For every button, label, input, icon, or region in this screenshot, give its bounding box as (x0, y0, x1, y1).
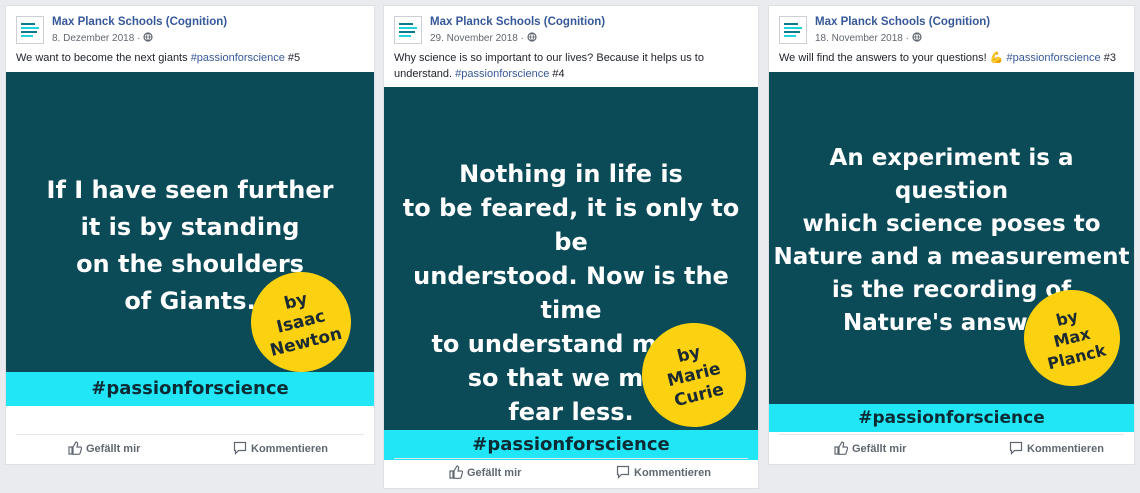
like-label: Gefällt mir (86, 443, 141, 455)
globe-icon (527, 32, 537, 42)
page-name-link[interactable]: Max Planck Schools (Cognition) (430, 16, 605, 28)
hashtag-link[interactable]: #passionforscience (1006, 52, 1100, 64)
hashtag-band: #passionforscience (6, 372, 374, 406)
post-meta: 18. November 2018 · (815, 32, 922, 44)
page-name-link[interactable]: Max Planck Schools (Cognition) (815, 16, 990, 28)
post-number: #5 (284, 52, 301, 64)
comment-label: Kommentieren (251, 443, 329, 455)
post-image[interactable]: Nothing in life is to be feared, it is o… (384, 87, 758, 460)
like-label: Gefällt mir (467, 467, 522, 479)
post-date[interactable]: 29. November 2018 (430, 33, 518, 44)
post-date[interactable]: 8. Dezember 2018 (52, 33, 134, 44)
post-number: #3 (1100, 52, 1116, 64)
post-image[interactable]: An experiment is a question which scienc… (769, 72, 1134, 432)
post-header: Max Planck Schools (Cognition) 8. Dezemb… (16, 14, 366, 48)
post-text: We want to become the next giants #passi… (16, 50, 364, 66)
page-avatar[interactable] (394, 16, 422, 44)
post-card: Max Planck Schools (Cognition) 8. Dezemb… (5, 5, 375, 465)
comment-button[interactable]: Kommentieren (233, 441, 328, 455)
comment-icon (616, 465, 630, 479)
post-text-body: We want to become the next giants (16, 52, 191, 64)
post-image[interactable]: If I have seen further it is by standing… (6, 72, 374, 406)
comment-label: Kommentieren (634, 467, 712, 479)
hashtag-link[interactable]: #passionforscience (455, 68, 549, 80)
post-actions: Gefällt mir Kommentieren (394, 458, 748, 488)
post-text: Why science is so important to our lives… (394, 50, 718, 82)
post-card: Max Planck Schools (Cognition) 29. Novem… (383, 5, 759, 489)
hashtag-band: #passionforscience (384, 430, 758, 460)
comment-icon (233, 441, 247, 455)
page-avatar[interactable] (779, 16, 807, 44)
comment-button[interactable]: Kommentieren (1009, 441, 1104, 455)
post-text: We will find the answers to your questio… (779, 50, 1124, 66)
comment-button[interactable]: Kommentieren (616, 465, 711, 479)
page-name-link[interactable]: Max Planck Schools (Cognition) (52, 16, 227, 28)
post-actions: Gefällt mir Kommentieren (16, 434, 364, 464)
globe-icon (912, 32, 922, 42)
globe-icon (143, 32, 153, 42)
post-meta: 29. November 2018 · (430, 32, 537, 44)
post-text-body: We will find the answers to your questio… (779, 52, 1007, 64)
thumbs-up-icon (68, 441, 83, 455)
post-number: #4 (549, 68, 565, 80)
post-meta: 8. Dezember 2018 · (52, 32, 153, 44)
page-avatar[interactable] (16, 16, 44, 44)
hashtag-band: #passionforscience (769, 404, 1134, 432)
post-date[interactable]: 18. November 2018 (815, 33, 903, 44)
thumbs-up-icon (834, 441, 849, 455)
like-label: Gefällt mir (852, 443, 907, 455)
like-button[interactable]: Gefällt mir (834, 441, 906, 455)
post-card: Max Planck Schools (Cognition) 18. Novem… (768, 5, 1135, 465)
like-button[interactable]: Gefällt mir (68, 441, 140, 455)
post-header: Max Planck Schools (Cognition) 29. Novem… (394, 14, 750, 48)
comment-icon (1009, 441, 1023, 455)
comment-label: Kommentieren (1027, 443, 1105, 455)
like-button[interactable]: Gefällt mir (449, 465, 521, 479)
hashtag-link[interactable]: #passionforscience (191, 52, 285, 64)
thumbs-up-icon (449, 465, 464, 479)
post-actions: Gefällt mir Kommentieren (779, 434, 1124, 464)
post-header: Max Planck Schools (Cognition) 18. Novem… (779, 14, 1126, 48)
